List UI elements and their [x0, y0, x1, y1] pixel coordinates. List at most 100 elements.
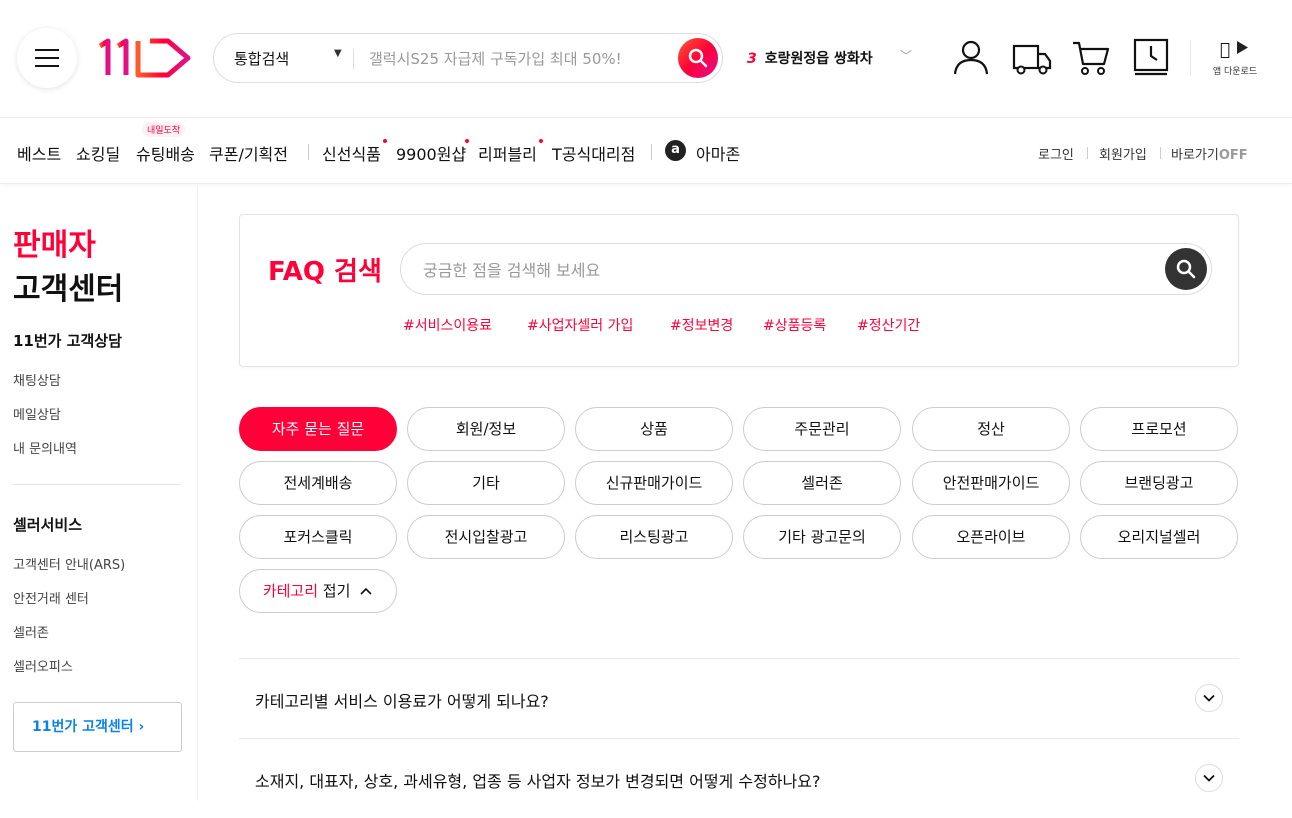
faq-tag[interactable]: #상품등록	[763, 315, 826, 335]
sidebar-link-seller-office[interactable]: 셀러오피스	[13, 656, 73, 675]
header: 통합검색 ▼ 3 호랑원정읍 쌍화차 ﹀  앱 다운로드	[0, 0, 1292, 117]
category-chip-order[interactable]: 주문관리	[743, 407, 901, 451]
nav-item-amazon[interactable]: 아마존	[696, 141, 740, 165]
divider	[651, 144, 652, 160]
app-download-label: 앱 다운로드	[1212, 67, 1258, 77]
faq-search-button[interactable]	[1165, 248, 1207, 290]
category-chip-product[interactable]: 상품	[575, 407, 733, 451]
category-chip-member[interactable]: 회원/정보	[407, 407, 565, 451]
shortcut-label: 바로가기	[1171, 148, 1219, 163]
amazon-icon[interactable]: a	[665, 140, 686, 161]
sidebar-section-seller-service: 셀러서비스	[13, 516, 83, 534]
menu-button[interactable]	[17, 28, 77, 88]
nav-item-shooting-delivery[interactable]: 슈팅배송	[136, 141, 195, 165]
category-chip-focus-click[interactable]: 포커스클릭	[239, 515, 397, 559]
faq-tag[interactable]: #사업자셀러 가입	[527, 315, 633, 335]
new-dot	[465, 139, 469, 143]
category-chip-safe-sale-guide[interactable]: 안전판매가이드	[912, 461, 1070, 505]
sidebar-title-seller: 판매자	[13, 228, 96, 263]
chevron-up-icon	[360, 587, 372, 595]
chevron-down-icon[interactable]: ﹀	[900, 47, 912, 64]
divider	[1160, 147, 1161, 159]
faq-tag[interactable]: #정산기간	[857, 315, 920, 335]
sidebar-link-chat[interactable]: 채팅상담	[13, 370, 61, 389]
nav-item-shocking-deal[interactable]: 쇼킹딜	[76, 141, 120, 165]
nav-item-coupon[interactable]: 쿠폰/기획전	[209, 141, 288, 165]
truck-icon[interactable]	[1012, 38, 1052, 76]
category-chip-open-live[interactable]: 오픈라이브	[912, 515, 1070, 559]
faq-tag[interactable]: #서비스이용료	[403, 315, 492, 335]
logo-11st[interactable]	[98, 38, 193, 78]
faq-question: 카테고리별 서비스 이용료가 어떻게 되나요?	[255, 692, 549, 711]
sidebar-link-safe-trade[interactable]: 안전거래 센터	[13, 588, 89, 607]
sidebar: 판매자 고객센터 11번가 고객상담 채팅상담 메일상담 내 문의내역 셀러서비…	[0, 184, 198, 801]
category-chip-etc[interactable]: 기타	[407, 461, 565, 505]
nav-item-t-official[interactable]: T공식대리점	[552, 141, 635, 165]
faq-tag[interactable]: #정보변경	[670, 315, 733, 335]
search-category-select[interactable]: 통합검색	[234, 48, 289, 69]
trending-keyword[interactable]: 3 호랑원정읍 쌍화차	[747, 48, 873, 68]
nav-item-9900[interactable]: 9900원샵	[396, 141, 466, 165]
sidebar-link-mail[interactable]: 메일상담	[13, 404, 61, 423]
divider	[1190, 40, 1191, 76]
customer-center-button[interactable]: 11번가 고객센터 ›	[13, 702, 182, 752]
faq-title: FAQ 검색	[268, 257, 382, 287]
recent-icon[interactable]	[1133, 38, 1169, 76]
sidebar-link-seller-zone[interactable]: 셀러존	[13, 622, 49, 641]
category-chip-faq[interactable]: 자주 묻는 질문	[239, 407, 397, 451]
new-dot	[539, 139, 543, 143]
new-dot	[383, 139, 387, 143]
global-nav: 베스트 쇼킹딜 내일도착 슈팅배송 쿠폰/기획전 신선식품 9900원샵 리퍼블…	[0, 117, 1292, 184]
sidebar-title-center: 고객센터	[13, 272, 124, 307]
category-chip-seller-zone[interactable]: 셀러존	[743, 461, 901, 505]
nav-item-fresh-food[interactable]: 신선식품	[322, 141, 381, 165]
divider	[308, 144, 309, 160]
google-play-icon	[1237, 41, 1249, 54]
signup-link[interactable]: 회원가입	[1099, 144, 1147, 163]
nav-item-refurbly[interactable]: 리퍼블리	[478, 141, 537, 165]
nav-badge-tomorrow: 내일도착	[142, 122, 186, 137]
sidebar-section-consult: 11번가 고객상담	[13, 332, 122, 350]
category-chip-listing-ad[interactable]: 리스팅광고	[575, 515, 733, 559]
trending-rank: 3	[747, 51, 757, 67]
faq-search-panel: FAQ 검색 #서비스이용료 #사업자셀러 가입 #정보변경 #상품등록 #정산…	[239, 214, 1239, 367]
search-button[interactable]	[678, 38, 718, 78]
category-chip-original-seller[interactable]: 오리지널셀러	[1080, 515, 1238, 559]
faq-search-bar	[400, 243, 1212, 295]
nav-item-best[interactable]: 베스트	[17, 141, 61, 165]
category-fold-text: 접기	[322, 582, 351, 600]
user-icon[interactable]	[952, 38, 990, 76]
app-download-link[interactable]:  앱 다운로드	[1211, 40, 1259, 77]
divider	[13, 484, 181, 485]
caret-down-icon[interactable]: ▼	[334, 48, 342, 59]
search-icon	[1176, 259, 1196, 279]
faq-item[interactable]: 소재지, 대표자, 상호, 과세유형, 업종 등 사업자 정보가 변경되면 어떻…	[239, 738, 1239, 818]
login-link[interactable]: 로그인	[1038, 144, 1074, 163]
apple-icon: 	[1220, 40, 1230, 60]
chevron-down-icon[interactable]	[1195, 684, 1223, 712]
category-chip-display-bid-ad[interactable]: 전시입찰광고	[407, 515, 565, 559]
main-search-bar: 통합검색 ▼	[213, 33, 723, 83]
search-icon	[688, 48, 708, 68]
menu-icon	[35, 43, 59, 73]
category-chip-promotion[interactable]: 프로모션	[1080, 407, 1238, 451]
cart-icon[interactable]	[1072, 38, 1110, 76]
divider	[1087, 147, 1088, 159]
category-chip-global-shipping[interactable]: 전세계배송	[239, 461, 397, 505]
divider	[353, 49, 354, 69]
chevron-down-icon[interactable]	[1195, 764, 1223, 792]
category-chip-other-ad[interactable]: 기타 광고문의	[743, 515, 901, 559]
category-chip-branding-ad[interactable]: 브랜딩광고	[1080, 461, 1238, 505]
shortcut-state: OFF	[1218, 148, 1248, 163]
trending-text: 호랑원정읍 쌍화차	[764, 51, 873, 67]
faq-search-input[interactable]	[423, 258, 1123, 282]
sidebar-link-my-inquiries[interactable]: 내 문의내역	[13, 438, 77, 457]
sidebar-link-ars[interactable]: 고객센터 안내(ARS)	[13, 554, 125, 573]
search-input[interactable]	[369, 46, 659, 72]
category-fold-button[interactable]: 카테고리 접기	[239, 569, 397, 613]
category-chip-new-seller-guide[interactable]: 신규판매가이드	[575, 461, 733, 505]
faq-item[interactable]: 카테고리별 서비스 이용료가 어떻게 되나요?	[239, 658, 1239, 738]
shortcut-toggle[interactable]: 바로가기OFF	[1171, 144, 1248, 163]
faq-question: 소재지, 대표자, 상호, 과세유형, 업종 등 사업자 정보가 변경되면 어떻…	[255, 772, 821, 791]
category-chip-settlement[interactable]: 정산	[912, 407, 1070, 451]
